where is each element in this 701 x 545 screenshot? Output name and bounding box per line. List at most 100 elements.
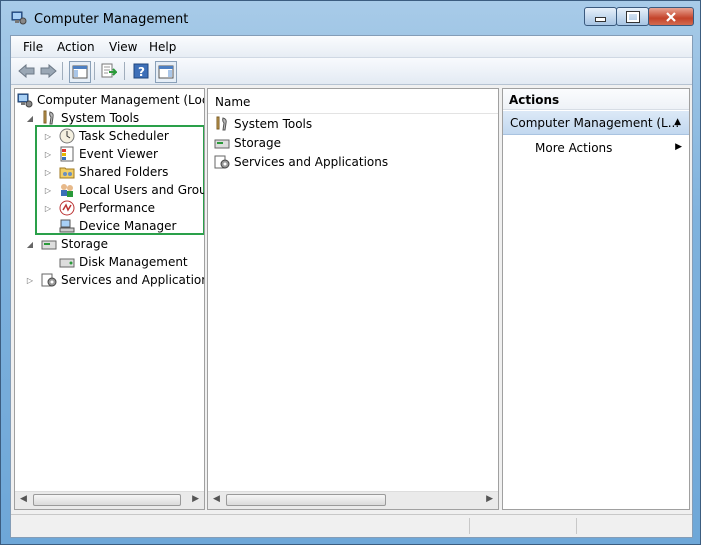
list-item-label: Services and Applications — [234, 155, 389, 169]
tree-system-tools-label: System Tools — [61, 111, 140, 125]
scroll-thumb[interactable] — [226, 494, 386, 506]
help-button[interactable]: ? — [131, 61, 151, 81]
results-pane[interactable]: Name System Tools Storage Services and A… — [207, 88, 499, 510]
tree-performance[interactable]: ▷ Performance — [43, 199, 155, 217]
maximize-icon — [625, 10, 640, 23]
minimize-button[interactable] — [584, 7, 617, 26]
tree-task-scheduler[interactable]: ▷ Task Scheduler — [43, 127, 169, 145]
menu-help[interactable]: Help — [149, 40, 176, 54]
more-actions-label: More Actions — [535, 141, 613, 155]
scroll-thumb[interactable] — [33, 494, 181, 506]
console-tree-pane[interactable]: Computer Management (Local ◢ System Tool… — [14, 88, 205, 510]
expand-arrow-icon[interactable]: ▷ — [43, 131, 53, 141]
computer-management-icon — [17, 92, 33, 108]
expand-arrow-icon[interactable]: ▷ — [43, 203, 53, 213]
storage-icon — [214, 135, 230, 151]
scroll-left-icon[interactable]: ◀ — [213, 494, 220, 504]
actions-pane: Actions Computer Management (L... ▲ More… — [502, 88, 690, 510]
collapse-arrow-icon[interactable]: ◢ — [25, 113, 35, 123]
submenu-arrow-icon: ▶ — [675, 142, 682, 152]
list-item[interactable]: System Tools — [214, 115, 312, 133]
tree-services-applications[interactable]: ▷ Services and Applications — [25, 271, 205, 289]
title-bar[interactable]: Computer Management — [1, 1, 700, 35]
services-icon — [41, 272, 57, 288]
event-viewer-icon — [59, 146, 75, 162]
tree-storage-label: Storage — [61, 237, 108, 251]
tree-storage[interactable]: ◢ Storage — [25, 235, 108, 253]
column-header-label: Name — [215, 95, 251, 109]
expand-arrow-icon[interactable]: ▷ — [43, 167, 53, 177]
disk-management-icon — [59, 254, 75, 270]
help-icon: ? — [133, 63, 149, 79]
forward-icon — [40, 64, 57, 78]
expand-arrow-icon[interactable]: ▷ — [25, 275, 35, 285]
tree-services-applications-label: Services and Applications — [61, 273, 205, 287]
tools-icon — [41, 110, 57, 126]
menu-view[interactable]: View — [109, 40, 137, 54]
close-icon — [666, 11, 676, 22]
list-item-label: Storage — [234, 136, 281, 150]
status-bar — [11, 514, 692, 537]
list-item[interactable]: Services and Applications — [214, 153, 388, 171]
client-area: File Action View Help ? Computer Managem… — [10, 35, 693, 538]
collapse-arrow-icon[interactable]: ◢ — [25, 239, 35, 249]
svg-text:?: ? — [138, 65, 145, 79]
expand-arrow-icon[interactable]: ▷ — [43, 149, 53, 159]
tree-local-users-groups[interactable]: ▷ Local Users and Groups — [43, 181, 204, 199]
scroll-right-icon[interactable]: ▶ — [192, 494, 199, 504]
list-item-label: System Tools — [234, 117, 313, 131]
tree-root[interactable]: Computer Management (Local — [17, 91, 205, 109]
close-button[interactable] — [648, 7, 694, 26]
export-list-icon — [101, 63, 117, 78]
tree-event-viewer-label: Event Viewer — [79, 147, 158, 161]
clock-icon — [59, 128, 75, 144]
users-icon — [59, 182, 75, 198]
computer-management-window: Computer Management File Action View Hel… — [0, 0, 701, 545]
results-horizontal-scrollbar[interactable]: ◀ ▶ — [208, 491, 498, 509]
tree-disk-management-label: Disk Management — [79, 255, 188, 269]
menu-file[interactable]: File — [23, 40, 43, 54]
tree-disk-management[interactable]: Disk Management — [43, 253, 188, 271]
menu-action[interactable]: Action — [57, 40, 95, 54]
show-hide-action-pane-icon — [158, 65, 174, 79]
show-hide-console-tree-button[interactable] — [69, 61, 91, 83]
scroll-right-icon[interactable]: ▶ — [486, 494, 493, 504]
actions-group-computer-management[interactable]: Computer Management (L... ▲ — [503, 111, 689, 135]
minimize-icon — [595, 17, 606, 22]
export-list-button[interactable] — [99, 61, 119, 81]
tree-device-manager[interactable]: Device Manager — [43, 217, 176, 235]
show-hide-console-tree-icon — [72, 65, 88, 79]
back-button[interactable] — [17, 61, 37, 81]
toolbar: ? — [11, 58, 692, 85]
tree-horizontal-scrollbar[interactable]: ◀ ▶ — [15, 491, 204, 509]
scroll-left-icon[interactable]: ◀ — [20, 494, 27, 504]
tree-event-viewer[interactable]: ▷ Event Viewer — [43, 145, 158, 163]
list-item[interactable]: Storage — [214, 134, 281, 152]
maximize-button[interactable] — [616, 7, 649, 26]
menu-bar: File Action View Help — [11, 36, 692, 58]
computer-management-icon — [11, 11, 27, 25]
tree-task-scheduler-label: Task Scheduler — [79, 129, 169, 143]
tree-shared-folders-label: Shared Folders — [79, 165, 169, 179]
window-title: Computer Management — [34, 12, 189, 27]
tree-device-manager-label: Device Manager — [79, 219, 177, 233]
services-icon — [214, 154, 230, 170]
forward-button[interactable] — [38, 61, 58, 81]
collapse-up-icon[interactable]: ▲ — [674, 117, 681, 127]
tree-shared-folders[interactable]: ▷ Shared Folders — [43, 163, 168, 181]
tree-performance-label: Performance — [79, 201, 156, 215]
back-icon — [18, 64, 35, 78]
show-hide-action-pane-button[interactable] — [155, 61, 177, 83]
tree-local-users-groups-label: Local Users and Groups — [79, 183, 204, 197]
expand-arrow-icon[interactable]: ▷ — [43, 185, 53, 195]
storage-icon — [41, 236, 57, 252]
more-actions-item[interactable]: More Actions ▶ — [503, 139, 689, 159]
tools-icon — [214, 116, 230, 132]
column-header-name[interactable]: Name — [208, 89, 498, 114]
device-manager-icon — [59, 218, 75, 234]
performance-icon — [59, 200, 75, 216]
actions-header: Actions — [503, 89, 689, 110]
actions-group-label: Computer Management (L... — [510, 116, 680, 130]
tree-root-label: Computer Management (Local — [37, 93, 205, 107]
shared-folder-icon — [59, 164, 75, 180]
